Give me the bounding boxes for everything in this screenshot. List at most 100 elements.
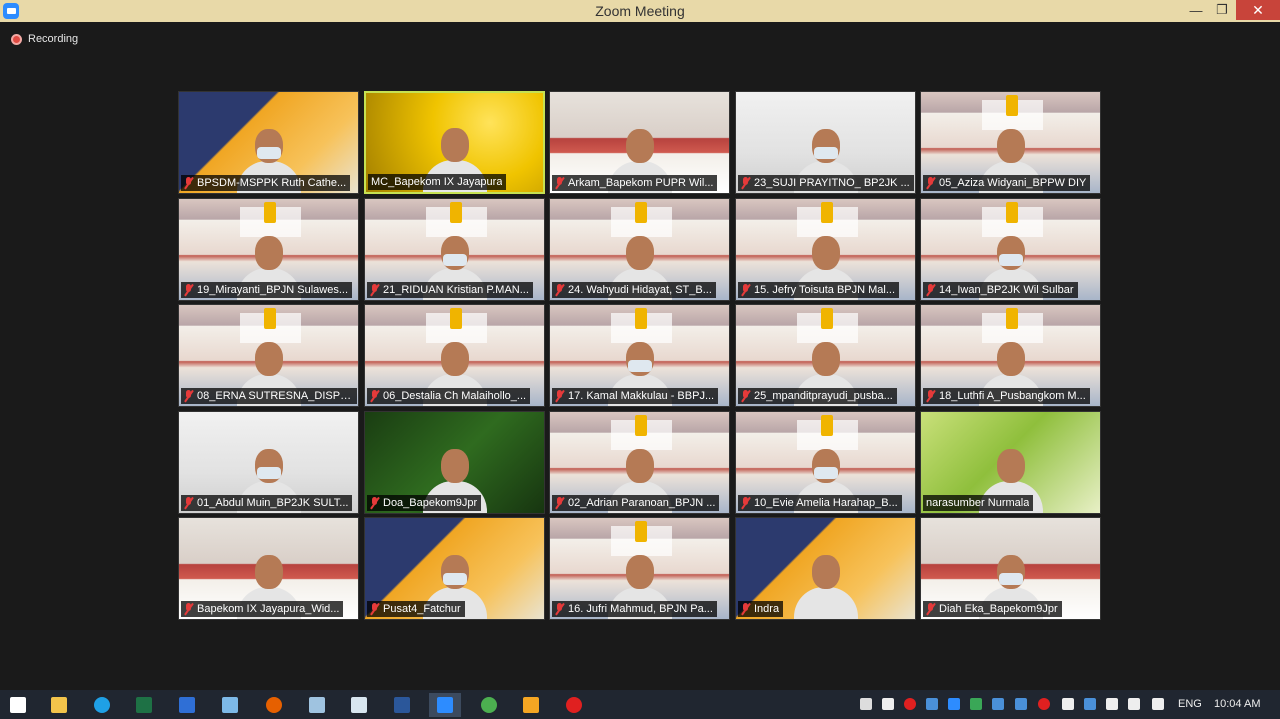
tray-bluetooth-icon[interactable] <box>1082 696 1098 712</box>
muted-mic-icon <box>926 390 935 402</box>
participant-tile[interactable]: 24. Wahyudi Hidayat, ST_B... <box>549 198 730 301</box>
taskbar-windows-start-button[interactable] <box>2 693 34 717</box>
taskbar-clock[interactable]: 10:04 AM <box>1214 698 1260 710</box>
participant-name-tag: 05_Aziza Widyani_BPPW DIY <box>923 175 1091 191</box>
taskbar-notepad-button[interactable] <box>301 693 333 717</box>
participant-name: 02_Adrian Paranoan_BPJN ... <box>568 497 716 509</box>
participant-name: Pusat4_Fatchur <box>383 603 461 615</box>
tray-usb-icon[interactable] <box>1013 696 1029 712</box>
participant-tile[interactable]: 18_Luthfi A_Pusbangkom M... <box>920 304 1101 407</box>
taskbar-windows-defender-button[interactable] <box>171 693 203 717</box>
participant-tile[interactable]: Pusat4_Fatchur <box>364 517 545 620</box>
participant-tile[interactable]: BPSDM-MSPPK Ruth Cathe... <box>178 91 359 194</box>
tray-zoom-icon[interactable] <box>946 696 962 712</box>
participant-name: Doa_Bapekom9Jpr <box>383 497 478 509</box>
participant-tile[interactable]: Diah Eka_Bapekom9Jpr <box>920 517 1101 620</box>
participant-name: narasumber Nurmala <box>926 497 1030 509</box>
taskbar-word-button[interactable] <box>386 693 418 717</box>
tray-power-icon[interactable] <box>1150 696 1166 712</box>
participant-name-tag: 15. Jefry Toisuta BPJN Mal... <box>738 282 900 298</box>
participant-video <box>790 539 862 619</box>
participant-name: 14_Iwan_BP2JK Wil Sulbar <box>939 284 1074 296</box>
participant-tile[interactable]: 02_Adrian Paranoan_BPJN ... <box>549 411 730 514</box>
taskbar-firefox-button[interactable] <box>258 693 290 717</box>
participant-name-tag: 24. Wahyudi Hidayat, ST_B... <box>552 282 716 298</box>
participant-tile[interactable]: Arkam_Bapekom PUPR Wil... <box>549 91 730 194</box>
participant-tile[interactable]: MC_Bapekom IX Jayapura <box>364 91 545 194</box>
taskbar-media-player-button[interactable] <box>515 693 547 717</box>
participant-tile[interactable]: 01_Abdul Muin_BP2JK SULT... <box>178 411 359 514</box>
participant-tile[interactable]: 16. Jufri Mahmud, BPJN Pa... <box>549 517 730 620</box>
participant-name-tag: Diah Eka_Bapekom9Jpr <box>923 601 1062 617</box>
participant-name: MC_Bapekom IX Jayapura <box>371 176 503 188</box>
tray-sync-icon[interactable] <box>968 696 984 712</box>
close-button[interactable]: ✕ <box>1236 0 1280 20</box>
tray-red-icon[interactable] <box>902 696 918 712</box>
muted-mic-icon <box>741 497 750 509</box>
tray-tools-icon[interactable] <box>880 696 896 712</box>
language-indicator[interactable]: ENG <box>1178 698 1202 710</box>
taskbar-notes-button[interactable] <box>343 693 375 717</box>
participant-name-tag: 25_mpanditprayudi_pusba... <box>738 388 897 404</box>
muted-mic-icon <box>741 284 750 296</box>
participant-tile[interactable]: 17. Kamal Makkulau - BBPJ... <box>549 304 730 407</box>
taskbar-network-tool-button[interactable] <box>214 693 246 717</box>
participant-tile[interactable]: Indra <box>735 517 916 620</box>
taskbar-zoom-button[interactable] <box>429 693 461 717</box>
muted-mic-icon <box>184 497 193 509</box>
notes-icon <box>351 697 367 713</box>
taskbar-opera-button[interactable] <box>558 693 590 717</box>
participant-tile[interactable]: 25_mpanditprayudi_pusba... <box>735 304 916 407</box>
tray-volume-icon[interactable] <box>1104 696 1120 712</box>
muted-mic-icon <box>555 603 564 615</box>
tray-wifi-icon[interactable] <box>1126 696 1142 712</box>
maximize-button[interactable]: ❐ <box>1208 0 1236 20</box>
participant-tile[interactable]: narasumber Nurmala <box>920 411 1101 514</box>
participant-tile[interactable]: 23_SUJI PRAYITNO_ BP2JK ... <box>735 91 916 194</box>
participant-name-tag: Arkam_Bapekom PUPR Wil... <box>552 175 718 191</box>
participant-name: 08_ERNA SUTRESNA_DISPE... <box>197 390 353 402</box>
window-title: Zoom Meeting <box>595 3 685 19</box>
participant-name-tag: Bapekom IX Jayapura_Wid... <box>181 601 344 617</box>
participant-tile[interactable]: 06_Destalia Ch Malaihollo_... <box>364 304 545 407</box>
participant-name: Arkam_Bapekom PUPR Wil... <box>568 177 714 189</box>
tray-network-icon[interactable] <box>924 696 940 712</box>
participant-tile[interactable]: 08_ERNA SUTRESNA_DISPE... <box>178 304 359 407</box>
participant-name: BPSDM-MSPPK Ruth Cathe... <box>197 177 347 189</box>
participant-name-tag: 10_Evie Amelia Harahap_B... <box>738 495 902 511</box>
muted-mic-icon <box>370 284 379 296</box>
participant-name-tag: Doa_Bapekom9Jpr <box>367 495 482 511</box>
participant-tile[interactable]: Doa_Bapekom9Jpr <box>364 411 545 514</box>
participant-name-tag: Indra <box>738 601 784 617</box>
windows-taskbar: ENG 10:04 AM <box>0 690 1280 719</box>
tray-flag-icon[interactable] <box>1060 696 1076 712</box>
taskbar-internet-explorer-button[interactable] <box>86 693 118 717</box>
muted-mic-icon <box>184 390 193 402</box>
participant-name: Diah Eka_Bapekom9Jpr <box>939 603 1058 615</box>
participant-tile[interactable]: 15. Jefry Toisuta BPJN Mal... <box>735 198 916 301</box>
tray-app-icon[interactable] <box>858 696 874 712</box>
participant-tile[interactable]: 14_Iwan_BP2JK Wil Sulbar <box>920 198 1101 301</box>
file-explorer-icon <box>51 697 67 713</box>
participant-name-tag: 23_SUJI PRAYITNO_ BP2JK ... <box>738 175 914 191</box>
muted-mic-icon <box>370 390 379 402</box>
taskbar-chrome-button[interactable] <box>473 693 505 717</box>
participant-tile[interactable]: Bapekom IX Jayapura_Wid... <box>178 517 359 620</box>
excel-icon <box>136 697 152 713</box>
taskbar-excel-button[interactable] <box>128 693 160 717</box>
participant-tile[interactable]: 10_Evie Amelia Harahap_B... <box>735 411 916 514</box>
muted-mic-icon <box>926 177 935 189</box>
muted-mic-icon <box>926 603 935 615</box>
tray-update-icon[interactable] <box>1036 696 1052 712</box>
participant-name: 15. Jefry Toisuta BPJN Mal... <box>754 284 896 296</box>
notepad-icon <box>309 697 325 713</box>
participant-tile[interactable]: 05_Aziza Widyani_BPPW DIY <box>920 91 1101 194</box>
muted-mic-icon <box>741 603 750 615</box>
recording-indicator[interactable]: Recording <box>11 33 78 45</box>
taskbar-file-explorer-button[interactable] <box>43 693 75 717</box>
participant-name-tag: 21_RIDUAN Kristian P.MAN... <box>367 282 533 298</box>
participant-tile[interactable]: 21_RIDUAN Kristian P.MAN... <box>364 198 545 301</box>
minimize-button[interactable]: — <box>1182 0 1210 20</box>
tray-monitor-icon[interactable] <box>990 696 1006 712</box>
participant-tile[interactable]: 19_Mirayanti_BPJN Sulawes... <box>178 198 359 301</box>
